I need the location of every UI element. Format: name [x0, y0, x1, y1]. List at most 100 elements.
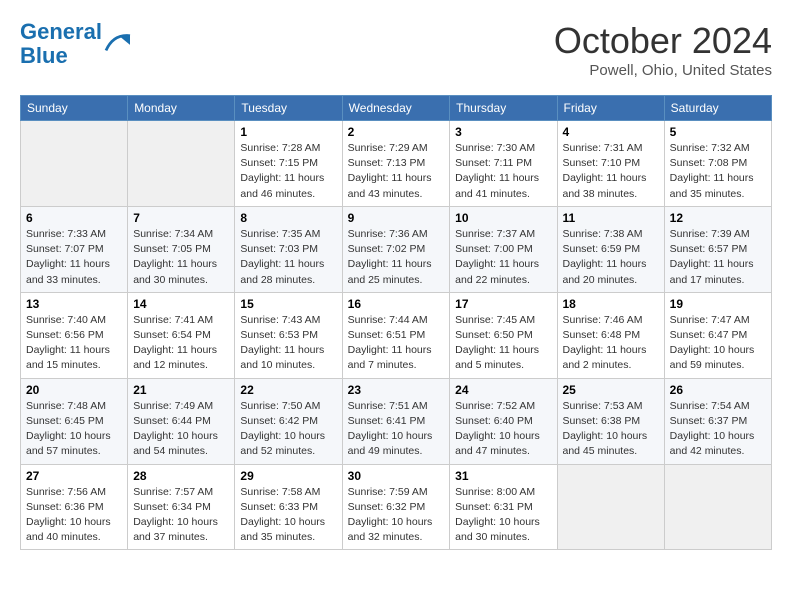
logo-text: General Blue — [20, 20, 102, 68]
day-info: Sunrise: 7:35 AM Sunset: 7:03 PM Dayligh… — [240, 227, 336, 288]
calendar-cell: 10 Sunrise: 7:37 AM Sunset: 7:00 PM Dayli… — [450, 206, 557, 292]
day-info: Sunrise: 7:33 AM Sunset: 7:07 PM Dayligh… — [26, 227, 122, 288]
day-number: 24 — [455, 383, 551, 397]
day-info: Sunrise: 7:57 AM Sunset: 6:34 PM Dayligh… — [133, 485, 229, 546]
calendar-header-tuesday: Tuesday — [235, 96, 342, 121]
day-info: Sunrise: 7:36 AM Sunset: 7:02 PM Dayligh… — [348, 227, 445, 288]
calendar-cell: 2Sunrise: 7:29 AM Sunset: 7:13 PM Daylig… — [342, 121, 450, 207]
day-number: 10 — [455, 211, 551, 225]
day-number: 6 — [26, 211, 122, 225]
day-number: 1 — [240, 125, 336, 139]
calendar-header-saturday: Saturday — [664, 96, 771, 121]
calendar-cell: 18Sunrise: 7:46 AM Sunset: 6:48 PM Dayli… — [557, 292, 664, 378]
day-number: 21 — [133, 383, 229, 397]
day-info: Sunrise: 7:40 AM Sunset: 6:56 PM Dayligh… — [26, 313, 122, 374]
day-info: Sunrise: 7:47 AM Sunset: 6:47 PM Dayligh… — [670, 313, 766, 374]
calendar-cell: 5 Sunrise: 7:32 AM Sunset: 7:08 PM Daylig… — [664, 121, 771, 207]
day-info: Sunrise: 7:53 AM Sunset: 6:38 PM Dayligh… — [563, 399, 659, 460]
day-number: 23 — [348, 383, 445, 397]
day-number: 22 — [240, 383, 336, 397]
day-info: Sunrise: 7:54 AM Sunset: 6:37 PM Dayligh… — [670, 399, 766, 460]
day-info: Sunrise: 7:45 AM Sunset: 6:50 PM Dayligh… — [455, 313, 551, 374]
calendar-week-4: 20 Sunrise: 7:48 AM Sunset: 6:45 PM Dayli… — [21, 378, 772, 464]
calendar-cell: 13Sunrise: 7:40 AM Sunset: 6:56 PM Dayli… — [21, 292, 128, 378]
logo-icon — [104, 32, 132, 56]
day-number: 7 — [133, 211, 229, 225]
day-number: 26 — [670, 383, 766, 397]
calendar-header-friday: Friday — [557, 96, 664, 121]
calendar-header-row: SundayMondayTuesdayWednesdayThursdayFrid… — [21, 96, 772, 121]
page-header: General Blue October 2024 Powell, Ohio, … — [20, 20, 772, 79]
calendar-cell: 15 Sunrise: 7:43 AM Sunset: 6:53 PM Dayli… — [235, 292, 342, 378]
day-info: Sunrise: 7:51 AM Sunset: 6:41 PM Dayligh… — [348, 399, 445, 460]
day-info: Sunrise: 8:00 AM Sunset: 6:31 PM Dayligh… — [455, 485, 551, 546]
day-number: 30 — [348, 469, 445, 483]
calendar-cell: 16 Sunrise: 7:44 AM Sunset: 6:51 PM Dayli… — [342, 292, 450, 378]
calendar-cell: 31 Sunrise: 8:00 AM Sunset: 6:31 PM Dayli… — [450, 464, 557, 550]
calendar-cell: 27 Sunrise: 7:56 AM Sunset: 6:36 PM Dayli… — [21, 464, 128, 550]
calendar-cell: 29 Sunrise: 7:58 AM Sunset: 6:33 PM Dayli… — [235, 464, 342, 550]
day-info: Sunrise: 7:41 AM Sunset: 6:54 PM Dayligh… — [133, 313, 229, 374]
calendar-cell: 22Sunrise: 7:50 AM Sunset: 6:42 PM Dayli… — [235, 378, 342, 464]
calendar-week-3: 13Sunrise: 7:40 AM Sunset: 6:56 PM Dayli… — [21, 292, 772, 378]
day-number: 31 — [455, 469, 551, 483]
day-number: 17 — [455, 297, 551, 311]
day-info: Sunrise: 7:30 AM Sunset: 7:11 PM Dayligh… — [455, 141, 551, 202]
day-number: 16 — [348, 297, 445, 311]
day-number: 3 — [455, 125, 551, 139]
day-number: 18 — [563, 297, 659, 311]
calendar-cell: 14 Sunrise: 7:41 AM Sunset: 6:54 PM Dayli… — [128, 292, 235, 378]
calendar-cell — [557, 464, 664, 550]
day-number: 27 — [26, 469, 122, 483]
calendar-cell: 26 Sunrise: 7:54 AM Sunset: 6:37 PM Dayli… — [664, 378, 771, 464]
calendar-cell: 24 Sunrise: 7:52 AM Sunset: 6:40 PM Dayli… — [450, 378, 557, 464]
day-number: 5 — [670, 125, 766, 139]
day-info: Sunrise: 7:37 AM Sunset: 7:00 PM Dayligh… — [455, 227, 551, 288]
calendar-cell: 25 Sunrise: 7:53 AM Sunset: 6:38 PM Dayli… — [557, 378, 664, 464]
day-number: 8 — [240, 211, 336, 225]
day-number: 9 — [348, 211, 445, 225]
calendar-cell: 17 Sunrise: 7:45 AM Sunset: 6:50 PM Dayli… — [450, 292, 557, 378]
calendar-header-monday: Monday — [128, 96, 235, 121]
day-info: Sunrise: 7:44 AM Sunset: 6:51 PM Dayligh… — [348, 313, 445, 374]
day-info: Sunrise: 7:48 AM Sunset: 6:45 PM Dayligh… — [26, 399, 122, 460]
title-block: October 2024 Powell, Ohio, United States — [554, 20, 772, 79]
day-number: 20 — [26, 383, 122, 397]
calendar-cell: 6 Sunrise: 7:33 AM Sunset: 7:07 PM Daylig… — [21, 206, 128, 292]
calendar-cell: 23 Sunrise: 7:51 AM Sunset: 6:41 PM Dayli… — [342, 378, 450, 464]
calendar-cell: 9 Sunrise: 7:36 AM Sunset: 7:02 PM Daylig… — [342, 206, 450, 292]
calendar-week-2: 6 Sunrise: 7:33 AM Sunset: 7:07 PM Daylig… — [21, 206, 772, 292]
day-number: 29 — [240, 469, 336, 483]
calendar-week-1: 1 Sunrise: 7:28 AM Sunset: 7:15 PM Daylig… — [21, 121, 772, 207]
logo-line2: Blue — [20, 43, 68, 68]
calendar-cell: 28 Sunrise: 7:57 AM Sunset: 6:34 PM Dayli… — [128, 464, 235, 550]
calendar-cell — [21, 121, 128, 207]
day-info: Sunrise: 7:56 AM Sunset: 6:36 PM Dayligh… — [26, 485, 122, 546]
calendar-body: 1 Sunrise: 7:28 AM Sunset: 7:15 PM Daylig… — [21, 121, 772, 550]
calendar-cell: 21Sunrise: 7:49 AM Sunset: 6:44 PM Dayli… — [128, 378, 235, 464]
logo: General Blue — [20, 20, 132, 68]
calendar-cell: 11Sunrise: 7:38 AM Sunset: 6:59 PM Dayli… — [557, 206, 664, 292]
calendar-cell: 30Sunrise: 7:59 AM Sunset: 6:32 PM Dayli… — [342, 464, 450, 550]
day-number: 15 — [240, 297, 336, 311]
day-info: Sunrise: 7:58 AM Sunset: 6:33 PM Dayligh… — [240, 485, 336, 546]
day-info: Sunrise: 7:32 AM Sunset: 7:08 PM Dayligh… — [670, 141, 766, 202]
calendar-cell: 20 Sunrise: 7:48 AM Sunset: 6:45 PM Dayli… — [21, 378, 128, 464]
calendar-cell: 7Sunrise: 7:34 AM Sunset: 7:05 PM Daylig… — [128, 206, 235, 292]
day-info: Sunrise: 7:43 AM Sunset: 6:53 PM Dayligh… — [240, 313, 336, 374]
day-number: 14 — [133, 297, 229, 311]
day-info: Sunrise: 7:28 AM Sunset: 7:15 PM Dayligh… — [240, 141, 336, 202]
calendar-cell: 8 Sunrise: 7:35 AM Sunset: 7:03 PM Daylig… — [235, 206, 342, 292]
calendar-header-wednesday: Wednesday — [342, 96, 450, 121]
day-number: 25 — [563, 383, 659, 397]
day-info: Sunrise: 7:31 AM Sunset: 7:10 PM Dayligh… — [563, 141, 659, 202]
day-number: 28 — [133, 469, 229, 483]
location: Powell, Ohio, United States — [554, 62, 772, 79]
day-info: Sunrise: 7:52 AM Sunset: 6:40 PM Dayligh… — [455, 399, 551, 460]
day-number: 2 — [348, 125, 445, 139]
calendar-cell: 12Sunrise: 7:39 AM Sunset: 6:57 PM Dayli… — [664, 206, 771, 292]
calendar-cell: 3 Sunrise: 7:30 AM Sunset: 7:11 PM Daylig… — [450, 121, 557, 207]
calendar-cell — [664, 464, 771, 550]
day-info: Sunrise: 7:38 AM Sunset: 6:59 PM Dayligh… — [563, 227, 659, 288]
day-number: 4 — [563, 125, 659, 139]
